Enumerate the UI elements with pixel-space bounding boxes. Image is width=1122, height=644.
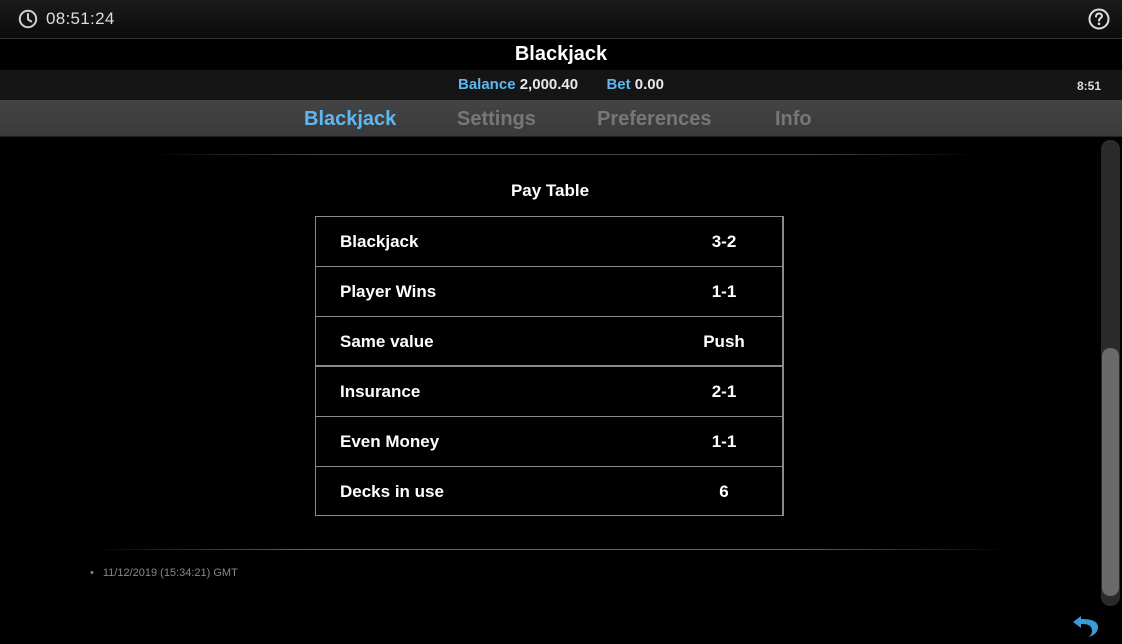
game-title: Blackjack xyxy=(514,43,608,65)
balance-label: Balance xyxy=(458,76,516,93)
pay-row-label: Even Money xyxy=(340,432,440,451)
table-row: Even Money 1-1 xyxy=(316,417,782,467)
tab-preferences[interactable]: Preferences xyxy=(597,108,712,131)
pay-table: Blackjack 3-2 Player Wins 1-1 Same value… xyxy=(315,216,784,516)
short-time: 8:51 xyxy=(1076,79,1101,93)
pay-row-value: 3-2 xyxy=(711,232,737,251)
scroll-thumb[interactable] xyxy=(1102,348,1119,596)
pay-row-value: 2-1 xyxy=(711,382,737,401)
timestamp: 11/12/2019 (15:34:21) GMT xyxy=(90,567,238,579)
divider xyxy=(90,549,1010,550)
undo-arrow-icon[interactable] xyxy=(1070,610,1102,640)
tab-settings[interactable]: Settings xyxy=(457,108,536,131)
pay-row-value: Push xyxy=(703,332,745,351)
tab-bar: Blackjack Settings Preferences Info xyxy=(0,100,1122,137)
clock-time: 08:51:24 xyxy=(46,9,115,28)
top-bar: 08:51:24 xyxy=(0,0,1122,39)
bet-label: Bet xyxy=(606,76,631,93)
pay-row-value: 1-1 xyxy=(711,432,737,451)
table-row: Player Wins 1-1 xyxy=(316,267,782,317)
tab-info[interactable]: Info xyxy=(775,108,812,131)
pay-row-value: 6 xyxy=(719,482,729,501)
pay-table-title: Pay Table xyxy=(510,181,590,200)
clock-icon xyxy=(18,9,38,29)
table-row: Decks in use 6 xyxy=(316,467,782,515)
divider xyxy=(150,154,980,155)
balance-group: Balance 2,000.40 Bet 0.00 xyxy=(0,76,1122,93)
pay-row-label: Insurance xyxy=(340,382,421,401)
balance-bar: Balance 2,000.40 Bet 0.00 8:51 xyxy=(0,70,1122,100)
table-row: Same value Push xyxy=(316,317,782,367)
pay-row-label: Player Wins xyxy=(340,282,437,301)
pay-row-label: Decks in use xyxy=(340,482,444,501)
pay-row-label: Same value xyxy=(340,332,434,351)
pay-row-value: 1-1 xyxy=(711,282,737,301)
question-circle-icon[interactable] xyxy=(1088,8,1110,30)
table-row: Blackjack 3-2 xyxy=(316,217,782,267)
pay-row-label: Blackjack xyxy=(340,232,419,251)
tab-blackjack[interactable]: Blackjack xyxy=(304,108,396,131)
balance-value: 2,000.40 xyxy=(519,76,579,93)
scrollbar[interactable] xyxy=(1101,140,1120,606)
table-row: Insurance 2-1 xyxy=(316,367,782,417)
bet-value: 0.00 xyxy=(634,76,664,93)
